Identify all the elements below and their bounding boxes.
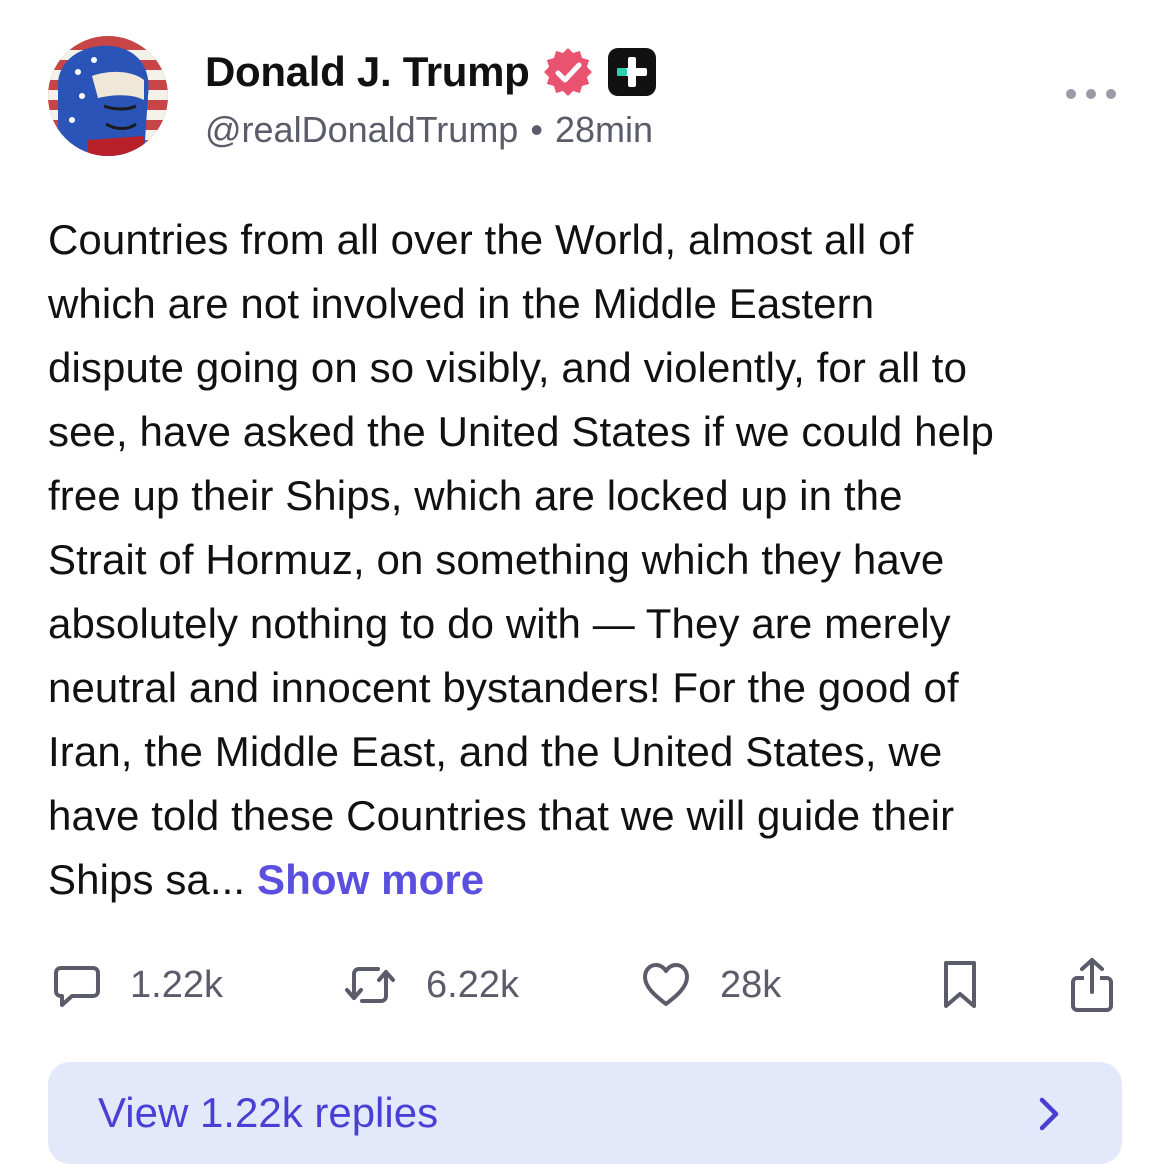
author-name-row: Donald J. Trump: [205, 44, 658, 100]
bookmark-icon: [944, 961, 976, 1008]
post-line: absolutely nothing to do with — They are…: [48, 600, 951, 647]
chevron-right-icon: [1039, 1097, 1059, 1131]
post-line: Iran, the Middle East, and the United St…: [48, 728, 943, 775]
post-line: Countries from all over the World, almos…: [48, 216, 914, 263]
author-handle-row: @realDonaldTrump • 28min: [205, 108, 653, 152]
post-line: have told these Countries that we will g…: [48, 792, 955, 839]
share-icon: [1071, 958, 1113, 1012]
more-dot: [1086, 89, 1096, 99]
post-line: see, have asked the United States if we …: [48, 408, 994, 455]
reply-button[interactable]: 1.22k: [52, 950, 223, 1020]
like-button[interactable]: 28k: [640, 950, 781, 1020]
post-line-truncated: Ships sa...: [48, 856, 246, 903]
plus-badge-icon: [606, 46, 658, 98]
post-text: Countries from all over the World, almos…: [48, 208, 1138, 912]
post-line: dispute going on so visibly, and violent…: [48, 344, 968, 391]
repost-count: 6.22k: [426, 963, 519, 1006]
repost-button[interactable]: 6.22k: [342, 950, 519, 1020]
verified-badge-icon: [542, 46, 594, 98]
post-line-last: Ships sa... Show more: [48, 848, 1138, 912]
post-line: which are not involved in the Middle Eas…: [48, 280, 875, 327]
post-line: neutral and innocent bystanders! For the…: [48, 664, 959, 711]
share-button[interactable]: [1068, 950, 1116, 1020]
more-dot: [1106, 89, 1116, 99]
post-line: free up their Ships, which are locked up…: [48, 472, 903, 519]
comment-icon: [54, 966, 100, 1007]
bookmark-button[interactable]: [938, 950, 982, 1020]
more-dot: [1066, 89, 1076, 99]
view-replies-button[interactable]: View 1.22k replies: [48, 1062, 1122, 1164]
author-handle[interactable]: @realDonaldTrump: [205, 109, 518, 151]
like-count: 28k: [720, 963, 782, 1006]
avatar-image: [48, 36, 168, 156]
post-timestamp: 28min: [554, 109, 654, 150]
action-bar: 1.22k 6.22k 28k: [0, 950, 1170, 1020]
post-line: Strait of Hormuz, on something which the…: [48, 536, 945, 583]
reply-count: 1.22k: [130, 963, 223, 1006]
view-replies-label: View 1.22k replies: [98, 1089, 439, 1136]
avatar[interactable]: [48, 36, 168, 156]
repost-icon: [345, 967, 395, 1003]
more-options-icon[interactable]: [1066, 82, 1116, 106]
heart-icon: [643, 963, 689, 1006]
separator-dot: •: [530, 109, 543, 150]
show-more-link[interactable]: Show more: [257, 856, 484, 903]
author-display-name[interactable]: Donald J. Trump: [205, 48, 530, 96]
